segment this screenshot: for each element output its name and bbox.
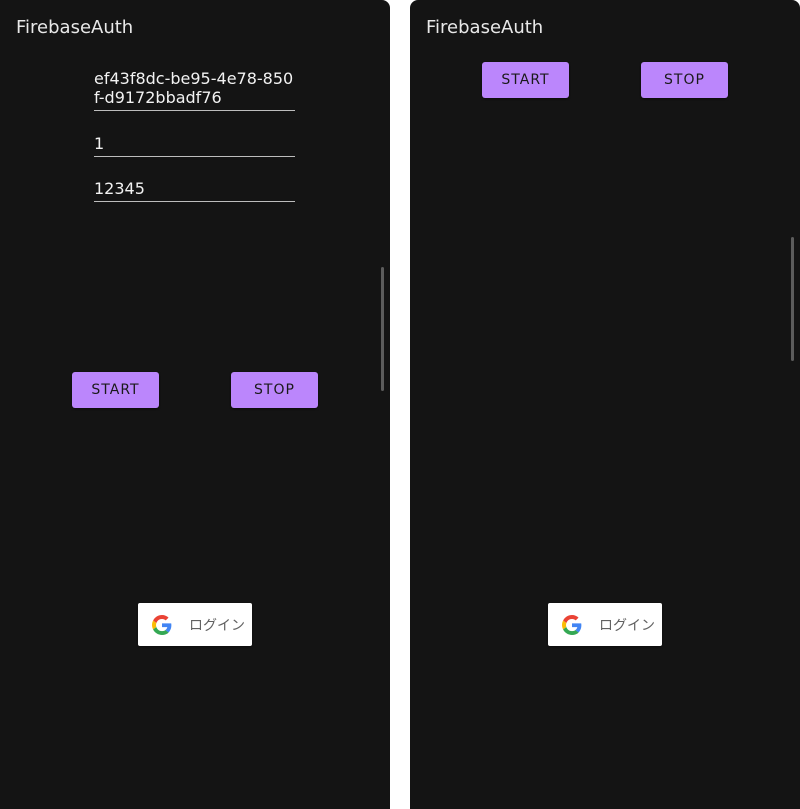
google-login-label: ログイン	[189, 617, 245, 634]
left-phone-screen: FirebaseAuth ef43f8dc-be95-4e78-850f-d91…	[0, 0, 390, 809]
app-title: FirebaseAuth	[16, 17, 134, 38]
stop-button[interactable]: STOP	[231, 372, 318, 408]
number-text-field[interactable]: 1	[94, 134, 295, 157]
scrollbar[interactable]	[381, 267, 384, 391]
start-button[interactable]: START	[482, 62, 569, 98]
right-phone-screen: FirebaseAuth START STOP ログイン	[410, 0, 800, 809]
stop-button[interactable]: STOP	[641, 62, 728, 98]
app-title: FirebaseAuth	[426, 17, 544, 38]
google-login-button[interactable]: ログイン	[548, 603, 662, 646]
start-button[interactable]: START	[72, 372, 159, 408]
google-login-label: ログイン	[599, 617, 655, 634]
google-g-icon	[562, 614, 582, 635]
code-text-field[interactable]: 12345	[94, 179, 295, 202]
google-g-icon	[152, 614, 172, 635]
uuid-text-field[interactable]: ef43f8dc-be95-4e78-850f-d9172bbadf76	[94, 69, 295, 111]
google-login-button[interactable]: ログイン	[138, 603, 252, 646]
scrollbar[interactable]	[791, 237, 794, 361]
